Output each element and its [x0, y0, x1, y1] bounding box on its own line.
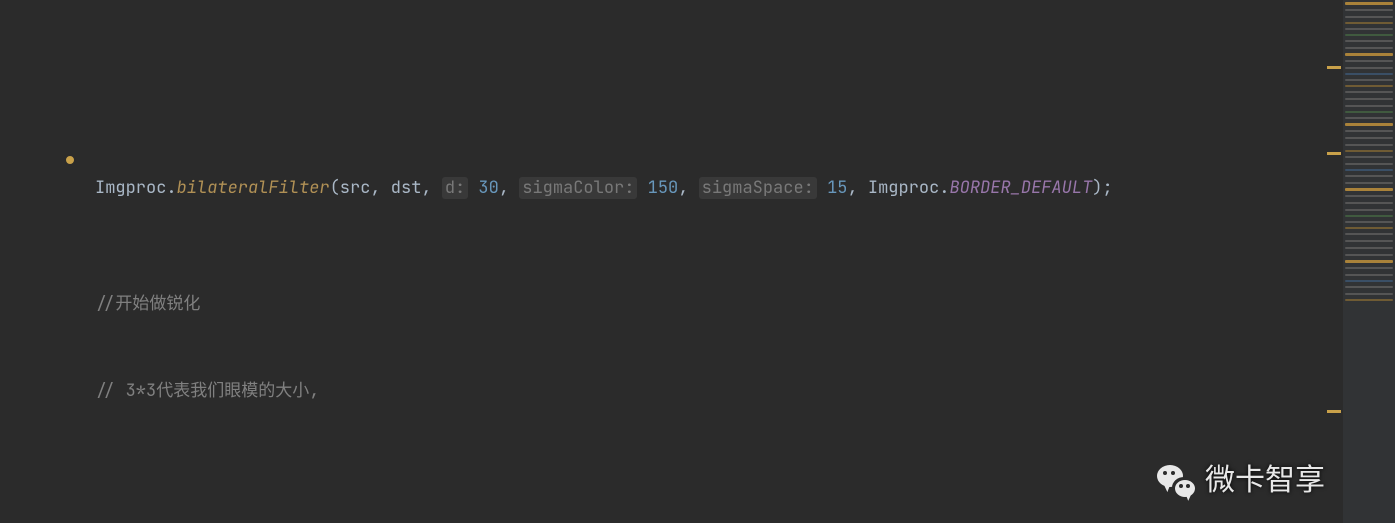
watermark: 微卡智享 — [1157, 461, 1325, 499]
code-editor[interactable]: Imgproc.bilateralFilter(src, dst, d: 30,… — [0, 0, 1395, 523]
code-line[interactable]: // 3*3代表我们眼模的大小, — [95, 377, 1343, 406]
minimap-region — [1345, 2, 1393, 5]
minimap[interactable] — [1343, 0, 1395, 523]
code-line[interactable]: //开始做锐化 — [95, 290, 1343, 319]
code-content[interactable]: Imgproc.bilateralFilter(src, dst, d: 30,… — [0, 0, 1343, 523]
warning-mark[interactable] — [1327, 66, 1341, 69]
code-line[interactable]: Imgproc.bilateralFilter(src, dst, d: 30,… — [95, 174, 1343, 203]
param-hint: sigmaColor: — [519, 177, 637, 199]
class-ref: Imgproc — [95, 177, 166, 199]
comment: //开始做锐化 — [95, 293, 200, 315]
method-call: bilateralFilter — [177, 177, 330, 199]
param-hint: d: — [442, 177, 468, 199]
comment: // 3*3代表我们眼模的大小, — [95, 380, 319, 402]
constant: BORDER_DEFAULT — [949, 177, 1092, 199]
param-hint: sigmaSpace: — [699, 177, 817, 199]
warning-mark[interactable] — [1327, 410, 1341, 413]
warning-gutter-icon[interactable] — [64, 154, 76, 166]
watermark-text: 微卡智享 — [1205, 466, 1325, 495]
warning-mark[interactable] — [1327, 152, 1341, 155]
error-stripe[interactable] — [1321, 0, 1341, 523]
wechat-icon — [1157, 461, 1195, 499]
